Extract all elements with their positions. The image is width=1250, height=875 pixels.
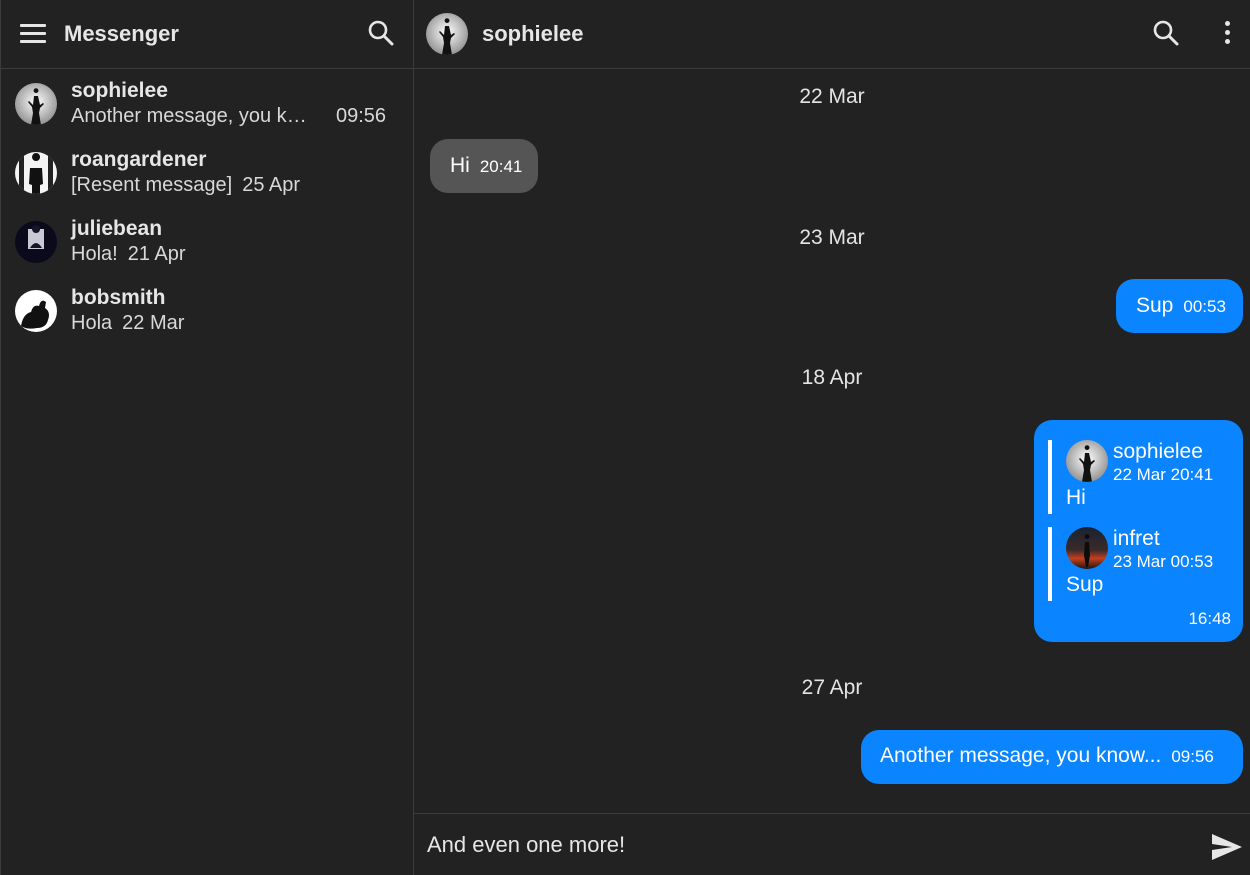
message-composer (414, 813, 1250, 875)
conversation-sidebar: Messenger sophielee Another message, you… (0, 0, 414, 875)
preview-text: [Resent message] (71, 174, 233, 196)
quoted-text: Sup (1066, 573, 1104, 596)
conversation-preview: Another message, you know... 09:56 (71, 105, 386, 128)
conversation-item[interactable]: juliebean Hola! 21 Apr (1, 207, 413, 276)
avatar[interactable] (426, 13, 468, 55)
avatar (15, 290, 57, 332)
avatar (1066, 527, 1108, 569)
preview-time: 21 Apr (127, 243, 186, 265)
conversation-name: sophielee (71, 79, 168, 102)
message-text: Sup (1136, 294, 1174, 317)
conversation-item[interactable]: sophielee Another message, you know... 09… (1, 69, 413, 138)
menu-icon[interactable] (19, 22, 47, 46)
search-icon[interactable] (366, 18, 396, 48)
chat-title[interactable]: sophielee (482, 21, 583, 47)
message-bubble[interactable]: Another message, you know... 09:56 (861, 730, 1243, 784)
date-separator: 23 Mar (799, 226, 865, 249)
quoted-text: Hi (1066, 486, 1086, 509)
quoted-datetime: 22 Mar 20:41 (1113, 465, 1214, 484)
message-list: 22 Mar Hi 20:41 23 Mar Sup 00:53 18 Apr (414, 69, 1250, 813)
conversation-preview: [Resent message] 25 Apr (71, 174, 300, 197)
date-separator: 22 Mar (799, 85, 865, 108)
preview-time: 09:56 (336, 105, 387, 127)
preview-text: Another message, you know... (71, 105, 317, 127)
conversation-item[interactable]: roangardener [Resent message] 25 Apr (1, 138, 413, 207)
preview-time: 25 Apr (242, 174, 301, 196)
date-separator: 27 Apr (801, 676, 863, 699)
quoted-author: sophielee (1113, 440, 1203, 463)
quoted-author: infret (1113, 527, 1160, 550)
search-icon[interactable] (1151, 18, 1181, 48)
preview-text: Hola (71, 312, 113, 334)
more-vertical-icon[interactable] (1216, 18, 1240, 48)
message-bubble[interactable]: Sup 00:53 (1116, 279, 1243, 333)
forwarded-message-bubble[interactable]: sophielee 22 Mar 20:41 Hi infret 23 Mar … (1034, 420, 1243, 642)
preview-text: Hola! (71, 243, 118, 265)
chat-header: sophielee (414, 0, 1250, 69)
message-time: 09:56 (1171, 747, 1214, 766)
conversation-name: roangardener (71, 148, 207, 171)
avatar (15, 83, 57, 125)
date-separator: 18 Apr (801, 366, 863, 389)
message-text: Another message, you know... (880, 744, 1162, 767)
avatar (15, 221, 57, 263)
quoted-message[interactable]: infret 23 Mar 00:53 Sup (1048, 527, 1228, 601)
conversation-name: bobsmith (71, 286, 166, 309)
message-text: Hi (450, 154, 470, 177)
app-title: Messenger (64, 21, 179, 46)
conversation-item[interactable]: bobsmith Hola 22 Mar (1, 276, 413, 345)
preview-time: 22 Mar (122, 312, 185, 334)
chat-panel: sophielee 22 Mar Hi 20:41 23 Mar Sup 00:53… (414, 0, 1250, 875)
conversation-name: juliebean (71, 217, 163, 240)
message-time: 00:53 (1183, 297, 1226, 316)
quoted-message[interactable]: sophielee 22 Mar 20:41 Hi (1048, 440, 1228, 514)
avatar (15, 152, 57, 194)
conversation-preview: Hola 22 Mar (71, 312, 184, 335)
messenger-app: Messenger sophielee Another message, you… (0, 0, 1250, 875)
quoted-datetime: 23 Mar 00:53 (1113, 552, 1214, 571)
avatar (1066, 440, 1108, 482)
message-bubble[interactable]: Hi 20:41 (430, 139, 538, 193)
message-input[interactable] (414, 814, 1194, 875)
message-time: 20:41 (479, 157, 523, 176)
message-time: 16:48 (1188, 609, 1231, 628)
send-icon[interactable] (1210, 832, 1244, 862)
sidebar-header: Messenger (1, 0, 414, 69)
conversation-preview: Hola! 21 Apr (71, 243, 186, 266)
